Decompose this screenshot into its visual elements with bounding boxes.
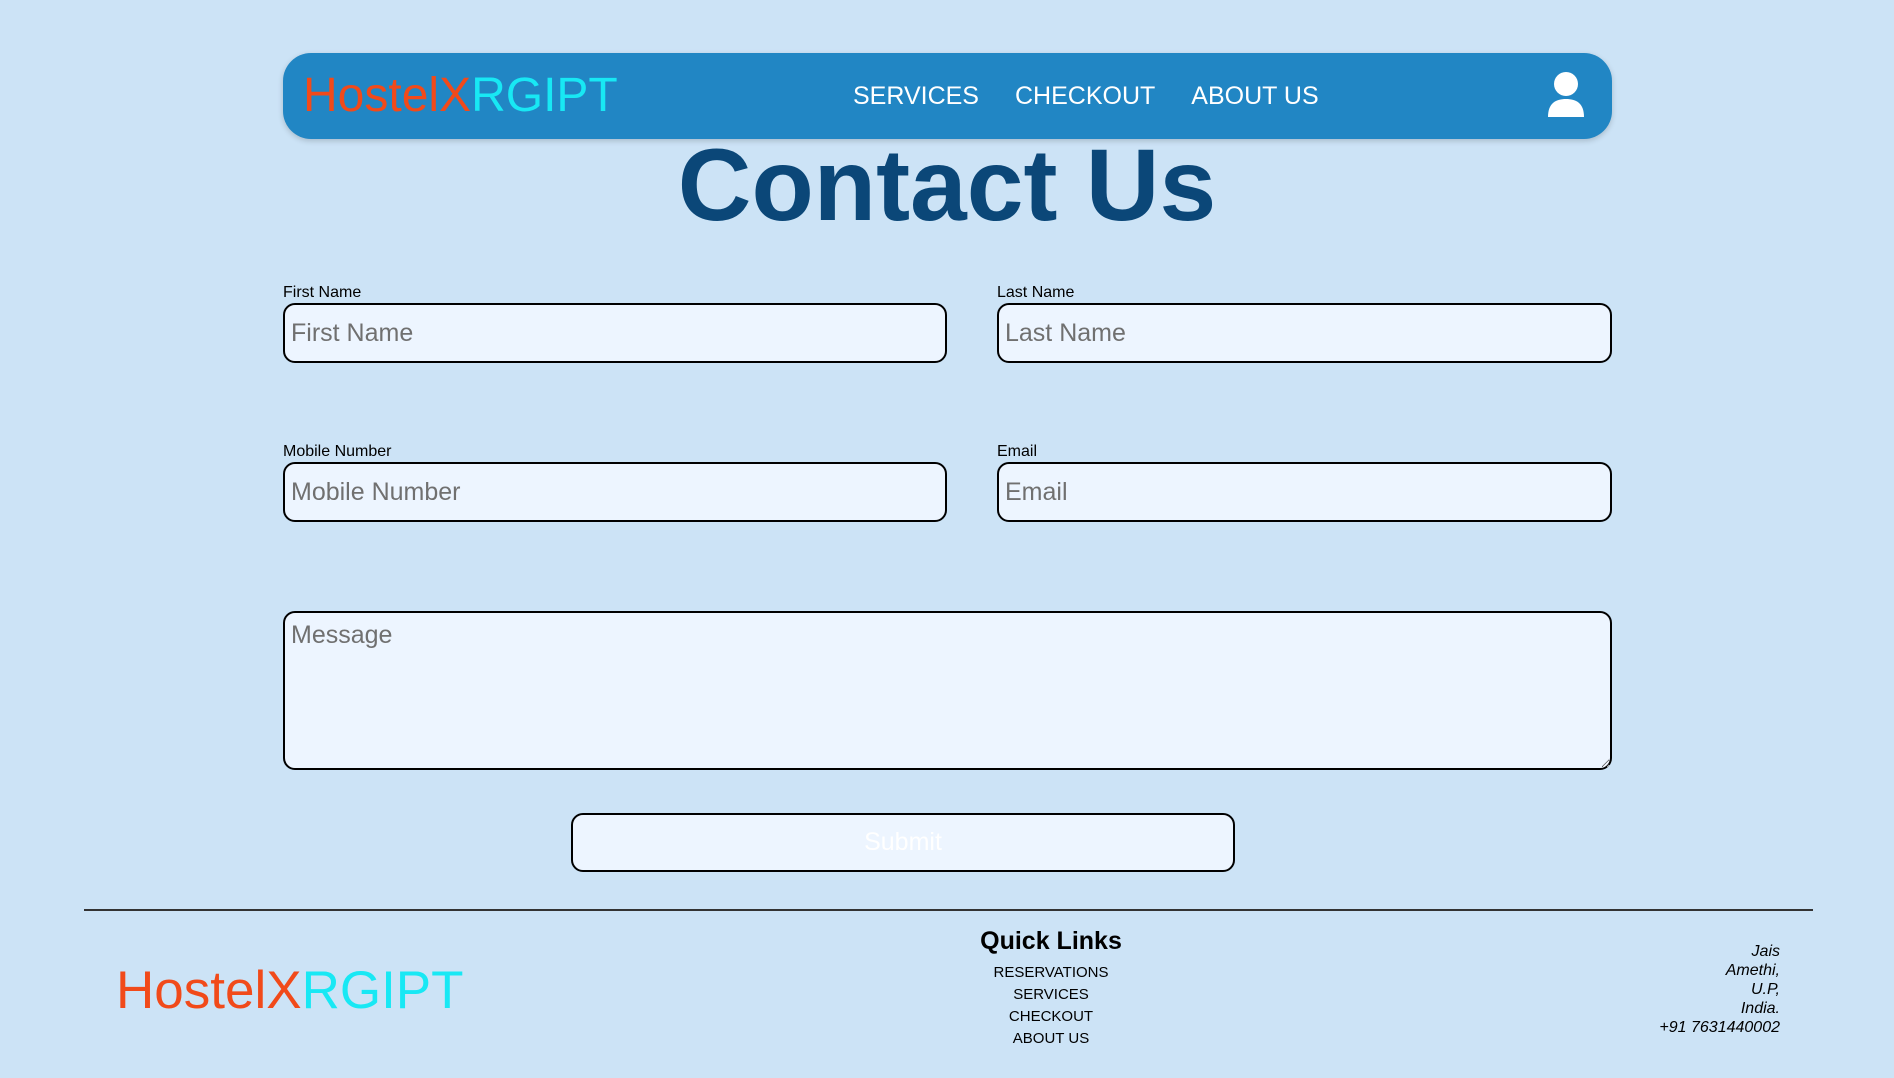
message-textarea[interactable] (283, 611, 1612, 770)
nav-link-about-us[interactable]: ABOUT US (1191, 82, 1318, 111)
last-name-input[interactable] (997, 303, 1612, 363)
quick-link-about-us[interactable]: ABOUT US (951, 1028, 1151, 1050)
brand-logo[interactable]: HostelXRGIPT (303, 67, 618, 125)
brand-logo-part2: RGIPT (471, 69, 618, 122)
quick-links-title: Quick Links (980, 927, 1122, 955)
address-line: U.P, (1750, 981, 1780, 998)
footer-brand-part1: HostelX (116, 961, 302, 1020)
nav-links: SERVICES CHECKOUT ABOUT US (853, 53, 1319, 139)
mobile-number-input[interactable] (283, 462, 947, 522)
nav-link-checkout[interactable]: CHECKOUT (1015, 82, 1155, 111)
footer-divider (84, 909, 1813, 911)
brand-logo-part1: HostelX (303, 69, 472, 122)
email-input[interactable] (997, 462, 1612, 522)
address-line: Jais (1751, 943, 1780, 960)
footer-quick-links: Quick Links RESERVATIONS SERVICES CHECKO… (951, 926, 1151, 1050)
footer-brand-logo[interactable]: HostelXRGIPT (116, 962, 464, 1020)
quick-link-services[interactable]: SERVICES (951, 984, 1151, 1006)
quick-link-reservations[interactable]: RESERVATIONS (951, 962, 1151, 984)
footer-brand-part2: RGIPT (301, 961, 464, 1020)
page-title: Contact Us (677, 128, 1217, 242)
navbar: HostelXRGIPT SERVICES CHECKOUT ABOUT US (283, 53, 1612, 139)
email-label: Email (997, 443, 1038, 460)
nav-link-services[interactable]: SERVICES (853, 82, 979, 111)
mobile-number-label: Mobile Number (283, 443, 392, 460)
first-name-input[interactable] (283, 303, 947, 363)
user-profile-icon[interactable] (1546, 71, 1586, 119)
address-line: India. (1740, 1000, 1780, 1017)
quick-link-checkout[interactable]: CHECKOUT (951, 1006, 1151, 1028)
footer-address: Jais Amethi, U.P, India. +91 7631440002 (1659, 942, 1780, 1037)
first-name-label: First Name (283, 284, 362, 301)
submit-button[interactable]: Submit (571, 813, 1235, 872)
last-name-label: Last Name (997, 284, 1075, 301)
phone-number: +91 7631440002 (1659, 1019, 1780, 1036)
address-line: Amethi, (1725, 962, 1780, 979)
